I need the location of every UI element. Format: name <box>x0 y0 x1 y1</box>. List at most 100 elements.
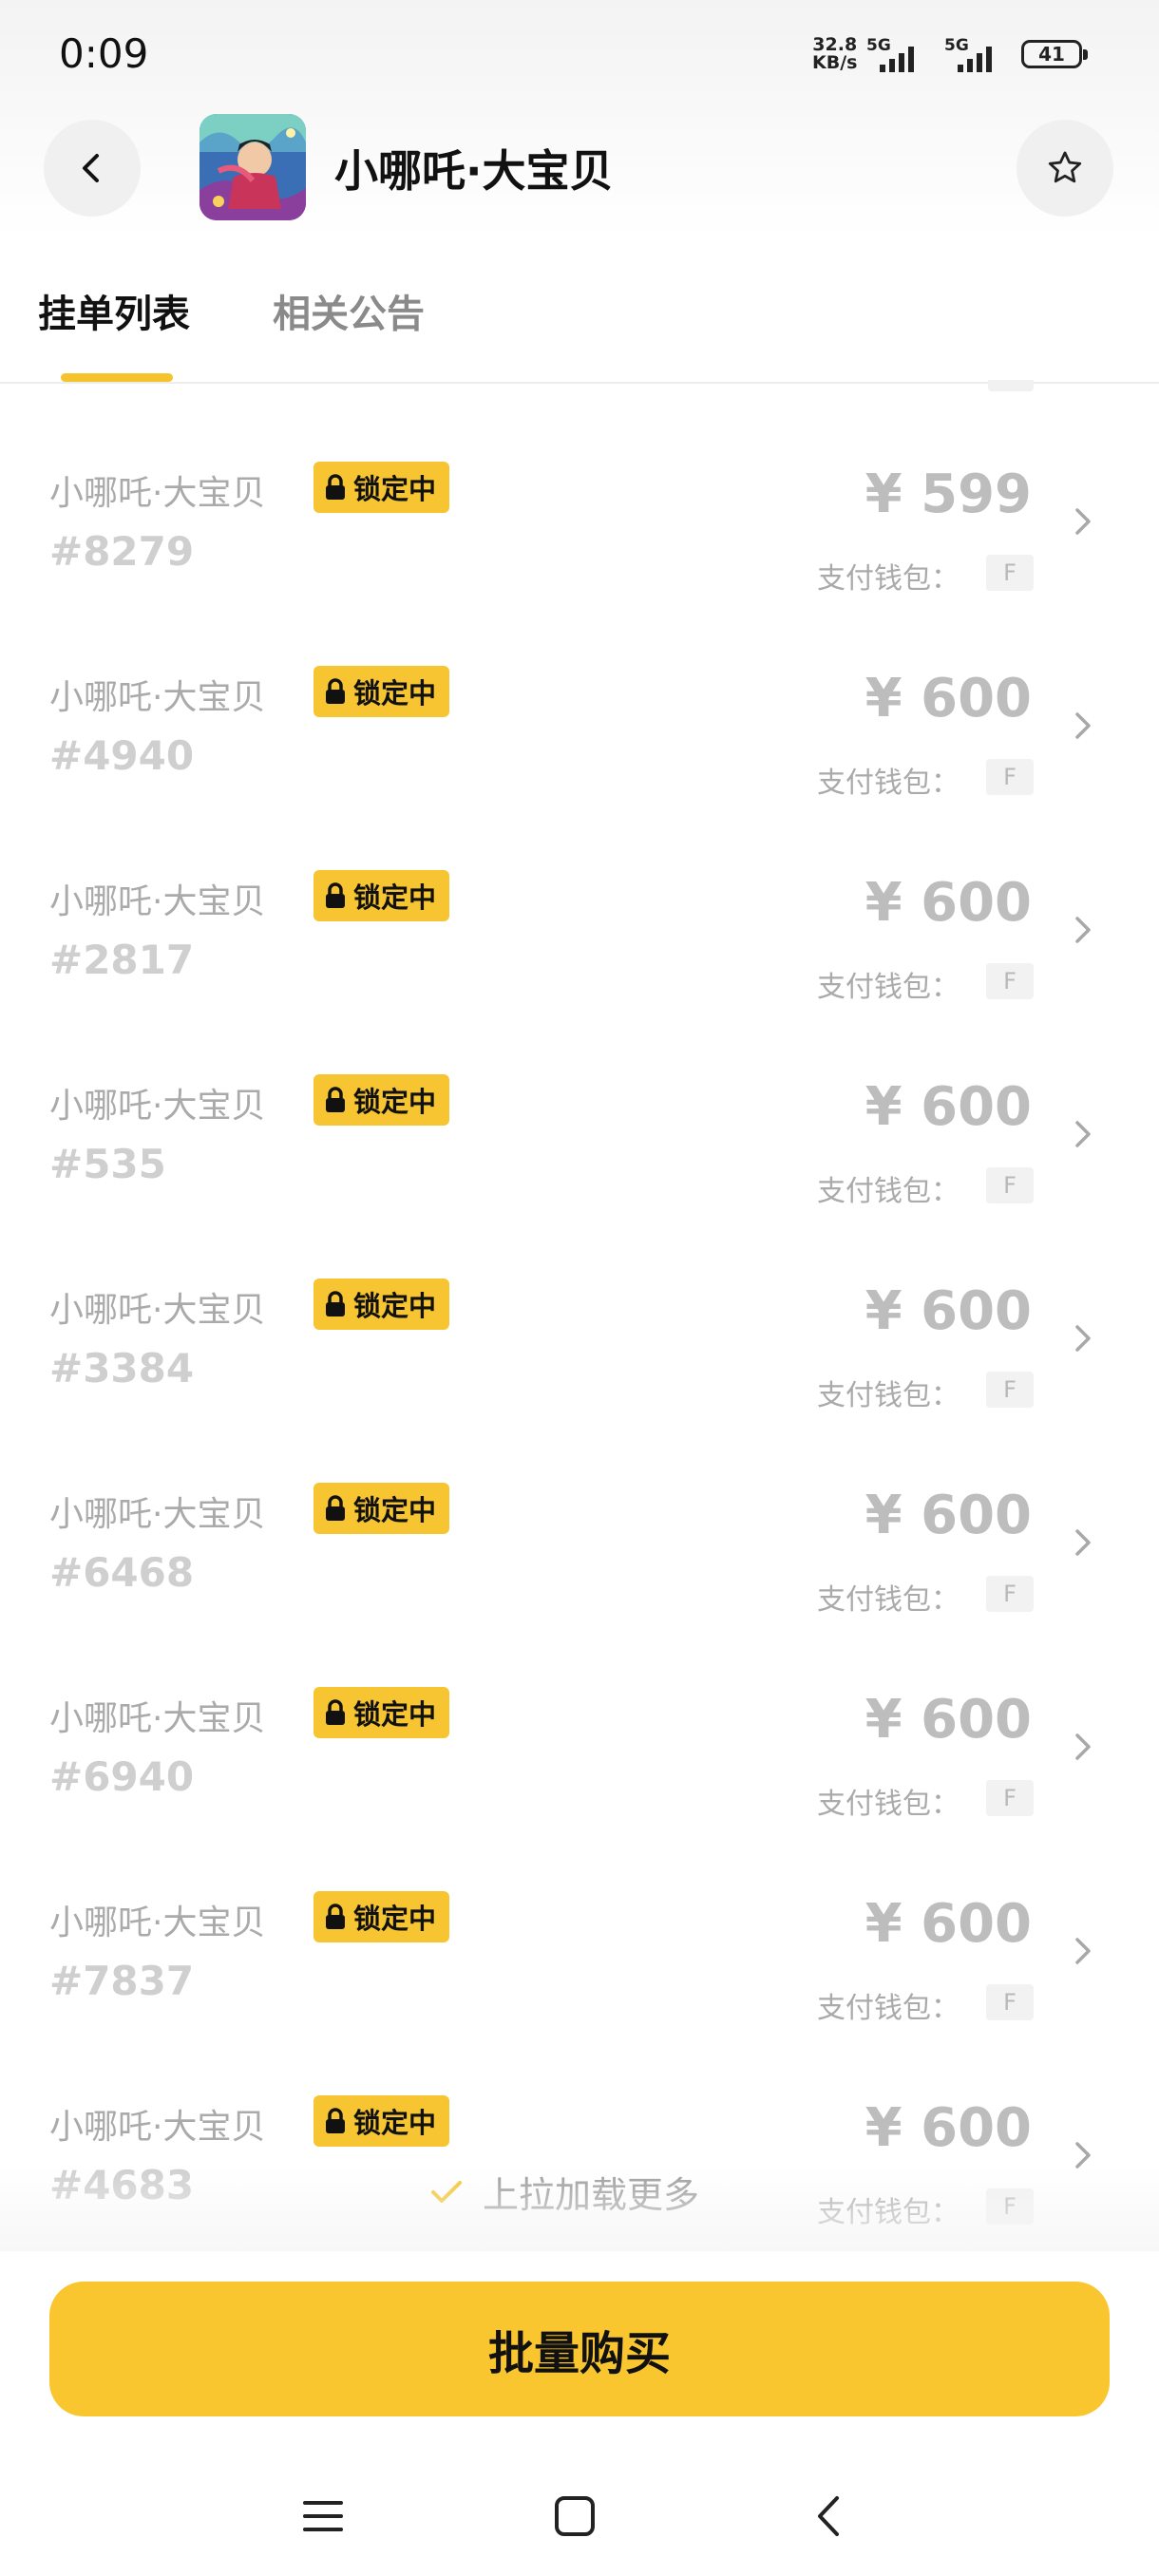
listing-price: ¥ 600 <box>864 1280 1032 1342</box>
locked-badge: 锁定中 <box>314 1891 450 1942</box>
chevron-right-icon <box>1075 917 1091 943</box>
lock-icon <box>326 1699 345 1725</box>
load-more-hint: 上拉加载更多 <box>429 2166 699 2218</box>
wallet-tag: F <box>986 1372 1034 1408</box>
signal-icon: 5G <box>866 36 923 74</box>
lock-icon <box>326 678 345 704</box>
listing-id: #8279 <box>49 528 195 575</box>
lock-icon <box>326 2108 345 2133</box>
lock-icon <box>326 1291 345 1316</box>
home-square-icon <box>555 2496 595 2536</box>
listing-name: 小哪吒·大宝贝 <box>49 678 266 717</box>
chevron-right-icon <box>1075 712 1091 739</box>
listing-price: ¥ 600 <box>864 872 1032 934</box>
wallet-tag: F <box>986 963 1034 999</box>
lock-icon <box>326 882 345 908</box>
back-triangle-icon <box>818 2496 839 2536</box>
listing-id: #2817 <box>49 937 195 983</box>
listing-price: ¥ 600 <box>864 1076 1032 1138</box>
tab-listings[interactable]: 挂单列表 <box>38 283 190 338</box>
listing-price: ¥ 599 <box>864 464 1032 525</box>
header: 小哪吒·大宝贝 <box>0 104 1159 237</box>
wallet-tag: F <box>986 1167 1034 1203</box>
listing-row[interactable]: 小哪吒·大宝贝 锁定中 #6940 ¥ 600 支付钱包： F <box>0 1609 1159 1821</box>
back-nav-button[interactable] <box>787 2473 872 2559</box>
favorite-button[interactable] <box>1016 120 1113 217</box>
listing-id: #6468 <box>49 1549 195 1596</box>
chevron-left-icon <box>83 154 99 182</box>
bulk-buy-button[interactable]: 批量购买 <box>49 2282 1110 2416</box>
locked-badge: 锁定中 <box>314 1074 450 1126</box>
load-more-text: 上拉加载更多 <box>483 2174 700 2216</box>
chevron-right-icon <box>1075 1529 1091 1556</box>
wallet-tag: F <box>986 1576 1034 1612</box>
tab-bar: 挂单列表 相关公告 <box>0 237 1159 384</box>
listing-name: 小哪吒·大宝贝 <box>49 1291 266 1330</box>
locked-badge-label: 锁定中 <box>353 2107 437 2139</box>
listing-id: #6940 <box>49 1753 195 1800</box>
chevron-right-icon <box>1075 1733 1091 1760</box>
network-speed-unit: KB/s <box>812 52 858 73</box>
locked-badge: 锁定中 <box>314 1279 450 1330</box>
locked-badge-label: 锁定中 <box>353 881 437 914</box>
listing-name: 小哪吒·大宝贝 <box>49 1904 266 1942</box>
locked-badge-label: 锁定中 <box>353 473 437 505</box>
wallet-tag: F <box>986 759 1034 795</box>
listing-list[interactable]: 小哪吒·大宝贝 锁定中 #8279 ¥ 599 支付钱包： F 小哪吒·大宝贝 锁定中 #494… <box>0 380 1159 2229</box>
listing-id: #7837 <box>49 1958 195 2004</box>
status-bar: 0:09 32.8 KB/s 5G 5G 41 <box>0 0 1159 104</box>
menu-icon <box>303 2501 343 2531</box>
locked-badge-label: 锁定中 <box>353 1086 437 1118</box>
bulk-buy-label: 批量购买 <box>487 2327 671 2380</box>
listing-row[interactable]: 小哪吒·大宝贝 锁定中 #8279 ¥ 599 支付钱包： F <box>0 384 1159 596</box>
listing-price: ¥ 600 <box>864 2097 1032 2159</box>
listing-id: #4940 <box>49 732 195 779</box>
menu-nav-button[interactable] <box>280 2473 366 2559</box>
listing-price: ¥ 600 <box>864 1893 1032 1955</box>
listing-row[interactable]: 小哪吒·大宝贝 锁定中 #535 ¥ 600 支付钱包： F <box>0 996 1159 1208</box>
home-nav-button[interactable] <box>532 2473 618 2559</box>
listing-row[interactable]: 小哪吒·大宝贝 锁定中 #7837 ¥ 600 支付钱包： F <box>0 1813 1159 2025</box>
status-time: 0:09 <box>59 30 149 77</box>
battery-level: 41 <box>1038 43 1065 66</box>
listing-price: ¥ 600 <box>864 668 1032 729</box>
wallet-tag: F <box>986 2188 1034 2225</box>
listing-name: 小哪吒·大宝贝 <box>49 2108 266 2147</box>
chevron-right-icon <box>1075 2142 1091 2169</box>
back-button[interactable] <box>44 120 141 217</box>
locked-badge-label: 锁定中 <box>353 1290 437 1322</box>
network-speed: 32.8 KB/s <box>812 36 857 72</box>
listing-row[interactable]: 小哪吒·大宝贝 锁定中 #4940 ¥ 600 支付钱包： F <box>0 588 1159 800</box>
wallet-tag: F <box>986 555 1034 591</box>
listing-id: #4683 <box>49 2162 195 2208</box>
listing-name: 小哪吒·大宝贝 <box>49 1495 266 1534</box>
chevron-right-icon <box>1075 508 1091 535</box>
wallet-tag: F <box>986 1780 1034 1816</box>
page-title: 小哪吒·大宝贝 <box>334 145 614 197</box>
locked-badge: 锁定中 <box>314 666 450 717</box>
battery-icon: 41 <box>1021 40 1088 68</box>
listing-price: ¥ 600 <box>864 1689 1032 1751</box>
locked-badge-label: 锁定中 <box>353 1698 437 1731</box>
chevron-right-icon <box>1075 1121 1091 1147</box>
wallet-label: 支付钱包： <box>817 2196 960 2229</box>
locked-badge-label: 锁定中 <box>353 677 437 710</box>
listing-name: 小哪吒·大宝贝 <box>49 1699 266 1738</box>
listing-name: 小哪吒·大宝贝 <box>49 882 266 921</box>
listing-row[interactable]: 小哪吒·大宝贝 锁定中 #6468 ¥ 600 支付钱包： F <box>0 1405 1159 1617</box>
system-nav-bar <box>0 2451 1159 2576</box>
listing-price: ¥ 600 <box>864 1485 1032 1546</box>
listing-row[interactable]: 小哪吒·大宝贝 锁定中 #2817 ¥ 600 支付钱包： F <box>0 792 1159 1004</box>
locked-badge-label: 锁定中 <box>353 1903 437 1935</box>
tab-announcements[interactable]: 相关公告 <box>273 283 425 338</box>
listing-row[interactable]: 小哪吒·大宝贝 锁定中 #3384 ¥ 600 支付钱包： F <box>0 1201 1159 1412</box>
wallet-tag: F <box>986 1984 1034 2020</box>
lock-icon <box>326 1087 345 1112</box>
active-tab-indicator <box>61 373 173 382</box>
listing-id: #535 <box>49 1141 166 1187</box>
check-icon <box>431 2180 462 2203</box>
listing-name: 小哪吒·大宝贝 <box>49 1087 266 1126</box>
locked-badge-label: 锁定中 <box>353 1494 437 1526</box>
lock-icon <box>326 1904 345 1929</box>
locked-badge: 锁定中 <box>314 1483 450 1534</box>
